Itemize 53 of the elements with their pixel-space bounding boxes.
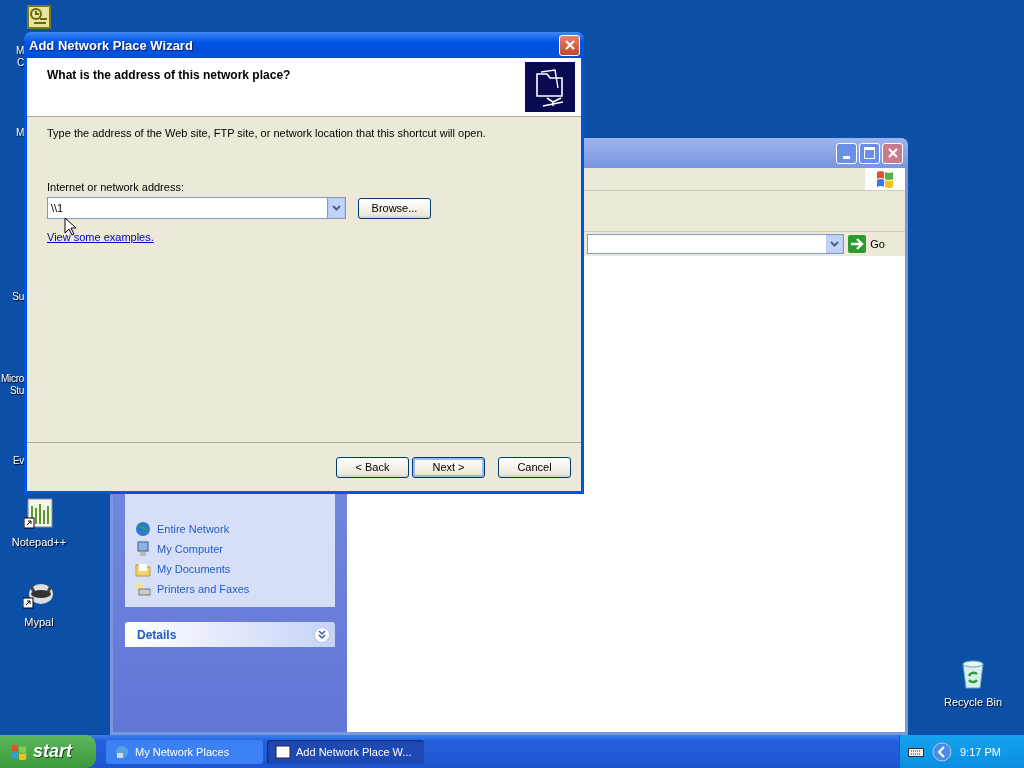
desktop-icon-label[interactable]: Notepad++ bbox=[11, 536, 67, 548]
taskbar-button[interactable]: Add Network Place W... bbox=[267, 739, 424, 764]
place-link[interactable]: Printers and Faxes bbox=[157, 583, 250, 595]
window-icon bbox=[275, 743, 291, 760]
examples-link[interactable]: View some examples. bbox=[47, 231, 154, 243]
close-button[interactable] bbox=[882, 142, 903, 164]
instruction-text: Type the address of the Web site, FTP site, or network location that this shortcut will open. bbox=[47, 127, 486, 139]
taskbar-button[interactable]: My Network Places bbox=[106, 739, 263, 764]
chevron-icon[interactable] bbox=[932, 741, 952, 762]
flag-logo-icon bbox=[875, 170, 895, 188]
maximize-button[interactable] bbox=[859, 142, 880, 164]
desktop-icon-label: M bbox=[15, 45, 24, 56]
computer-icon bbox=[135, 541, 151, 557]
wizard-button[interactable]: Cancel bbox=[498, 456, 571, 478]
caret-icon bbox=[830, 241, 840, 247]
caret-icon bbox=[332, 205, 341, 211]
keyboard-icon[interactable] bbox=[908, 745, 924, 758]
place-link[interactable]: Entire Network bbox=[157, 523, 230, 535]
dropdown-button[interactable] bbox=[826, 235, 844, 253]
globe-icon bbox=[135, 521, 151, 537]
printer-icon bbox=[135, 581, 151, 597]
dropdown-button[interactable] bbox=[327, 197, 346, 219]
expand-icon[interactable] bbox=[314, 626, 330, 643]
clock-card-icon[interactable] bbox=[26, 4, 52, 30]
desktop-icon-label: Su bbox=[12, 291, 24, 302]
desktop-icon-label[interactable]: Mypal bbox=[24, 616, 54, 628]
wizard-heading: What is the address of this network place? bbox=[47, 68, 291, 82]
desktop-icon-label: M bbox=[15, 127, 24, 138]
desktop-icon-label[interactable]: Recycle Bin bbox=[943, 696, 1003, 708]
address-field[interactable] bbox=[587, 234, 845, 254]
clock: 9:17 PM bbox=[960, 745, 1001, 758]
address-label: Internet or network address: bbox=[47, 181, 184, 193]
window-title: Add Network Place Wizard bbox=[29, 37, 194, 53]
desktop-icon-label: Micro bbox=[1, 373, 24, 384]
desktop-icon-label: Stu bbox=[9, 385, 24, 396]
network-folder-icon bbox=[525, 62, 575, 112]
desktop-icon-label: Ev bbox=[12, 455, 24, 466]
minimize-button[interactable] bbox=[836, 142, 857, 164]
close-button[interactable] bbox=[559, 34, 580, 56]
close-icon bbox=[563, 39, 576, 51]
place-link[interactable]: My Computer bbox=[157, 543, 224, 555]
panel-title: Details bbox=[137, 627, 177, 642]
notepad-icon[interactable] bbox=[24, 498, 54, 530]
browse-button[interactable]: Browse... bbox=[358, 197, 431, 219]
close-icon bbox=[886, 147, 899, 159]
flag-logo-icon bbox=[10, 742, 28, 761]
wizard-button[interactable]: Next > bbox=[412, 456, 485, 478]
wizard-button[interactable]: < Back bbox=[336, 456, 409, 478]
place-link[interactable]: My Documents bbox=[157, 563, 231, 575]
address-field[interactable]: \\1 bbox=[47, 197, 327, 219]
details-panel-header[interactable]: Details bbox=[125, 622, 335, 647]
desktop-icon-label: C bbox=[17, 57, 24, 68]
folder-icon bbox=[135, 561, 151, 577]
